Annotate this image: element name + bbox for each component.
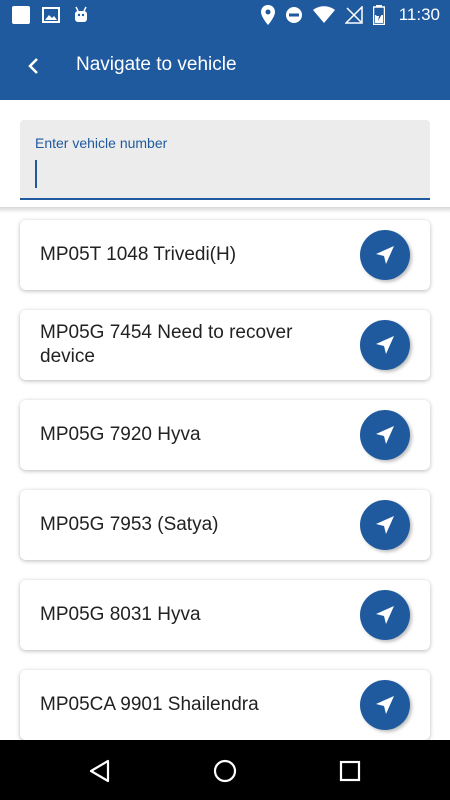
- back-triangle-icon: [89, 759, 110, 783]
- vehicle-item[interactable]: MP05G 7454 Need to recover device: [20, 310, 430, 380]
- back-arrow-icon: [28, 58, 38, 74]
- navigate-button[interactable]: [360, 410, 410, 460]
- search-field[interactable]: Enter vehicle number: [20, 120, 430, 200]
- navigation-arrow-icon: [376, 336, 394, 354]
- recents-square-icon: [339, 760, 361, 782]
- home-circle-icon: [213, 759, 237, 783]
- search-label: Enter vehicle number: [35, 135, 168, 151]
- battery-charging-icon: [372, 5, 385, 25]
- navigation-arrow-icon: [376, 606, 394, 624]
- vehicle-name: MP05T 1048 Trivedi(H): [40, 244, 237, 265]
- navigate-button[interactable]: [360, 230, 410, 280]
- navigate-button[interactable]: [360, 590, 410, 640]
- vehicle-name: MP05G 7953 (Satya): [40, 514, 219, 535]
- vehicle-item[interactable]: MP05G 7953 (Satya): [20, 490, 430, 560]
- navigation-arrow-icon: [376, 426, 394, 444]
- navigate-button[interactable]: [360, 500, 410, 550]
- wifi-icon: [312, 6, 335, 23]
- image-notification-icon: [42, 7, 60, 23]
- system-navigation-bar: [0, 740, 450, 800]
- app-bar: Navigate to vehicle: [0, 32, 450, 100]
- location-icon: [260, 5, 275, 25]
- vehicle-name: MP05CA 9901 Shailendra: [40, 694, 259, 715]
- navigation-arrow-icon: [376, 696, 394, 714]
- list-top-shadow: [0, 207, 450, 213]
- navigation-arrow-icon: [376, 246, 394, 264]
- do-not-disturb-icon: [285, 7, 302, 23]
- system-back-button[interactable]: [87, 758, 113, 784]
- navigate-button[interactable]: [360, 680, 410, 730]
- square-notification-icon: [12, 6, 30, 24]
- vehicle-item[interactable]: MP05G 7920 Hyva: [20, 400, 430, 470]
- no-signal-icon: [344, 6, 363, 24]
- vehicle-name: MP05G 7454 Need to recover device: [40, 322, 293, 367]
- vehicle-item[interactable]: MP05CA 9901 Shailendra: [20, 670, 430, 740]
- vehicle-item[interactable]: MP05G 8031 Hyva: [20, 580, 430, 650]
- page-title: Navigate to vehicle: [76, 54, 237, 75]
- vehicle-item[interactable]: MP05T 1048 Trivedi(H): [20, 220, 430, 290]
- status-time: 11:30: [398, 5, 440, 24]
- status-bar: 11:30: [0, 0, 450, 32]
- system-home-button[interactable]: [212, 758, 238, 784]
- vehicle-name: MP05G 7920 Hyva: [40, 424, 201, 445]
- vehicle-name: MP05G 8031 Hyva: [40, 604, 201, 625]
- system-recents-button[interactable]: [337, 758, 363, 784]
- vehicle-number-input[interactable]: [35, 158, 415, 188]
- back-button[interactable]: [18, 50, 50, 82]
- navigate-button[interactable]: [360, 320, 410, 370]
- navigation-arrow-icon: [376, 516, 394, 534]
- android-notification-icon: [75, 6, 87, 22]
